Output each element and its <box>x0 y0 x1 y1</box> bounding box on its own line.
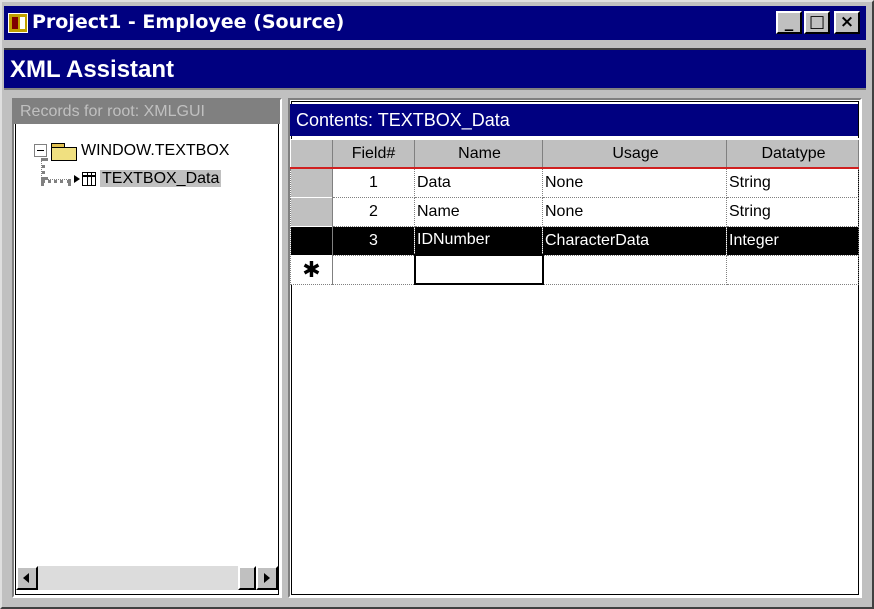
table-row-selected[interactable]: 3 IDNumber CharacterData Integer <box>290 225 859 256</box>
horizontal-scrollbar[interactable] <box>16 566 278 590</box>
records-tree: WINDOW.TEXTBOX TEXTBOX_Data <box>14 128 280 558</box>
tree-connector <box>41 179 71 183</box>
datatype-cell[interactable] <box>726 254 859 285</box>
fields-grid: Field# Name Usage Datatype 1 Data None S… <box>290 138 859 285</box>
column-header-usage[interactable]: Usage <box>542 138 727 169</box>
field-number-cell[interactable]: 2 <box>332 196 415 227</box>
name-cell[interactable]: Data <box>414 167 543 198</box>
title-bar[interactable]: Project1 - Employee (Source) _ □ × <box>4 6 866 40</box>
scroll-thumb[interactable] <box>238 566 256 590</box>
contents-pane-header: Contents: TEXTBOX_Data <box>290 104 858 136</box>
column-header-name[interactable]: Name <box>414 138 543 169</box>
collapse-icon[interactable] <box>34 144 47 158</box>
grid-header-row: Field# Name Usage Datatype <box>290 138 859 169</box>
maximize-button[interactable]: □ <box>804 11 830 34</box>
row-selector[interactable] <box>290 225 333 256</box>
datatype-cell[interactable]: Integer <box>726 225 859 256</box>
tree-node-textbox-data[interactable]: TEXTBOX_Data <box>74 168 222 190</box>
new-record-row[interactable]: ✱ <box>290 254 859 285</box>
app-icon[interactable] <box>8 13 28 33</box>
tree-node-label: TEXTBOX_Data <box>100 170 222 187</box>
name-cell[interactable]: IDNumber <box>414 225 543 256</box>
new-row-asterisk-icon[interactable]: ✱ <box>290 254 333 285</box>
minimize-button[interactable]: _ <box>776 11 802 34</box>
field-number-cell[interactable]: 3 <box>332 225 415 256</box>
field-number-cell[interactable] <box>332 254 415 285</box>
usage-cell[interactable] <box>542 254 727 285</box>
scroll-right-button[interactable] <box>256 566 278 590</box>
open-folder-icon <box>51 142 77 161</box>
field-number-cell[interactable]: 1 <box>332 167 415 198</box>
tree-node-window-textbox[interactable]: WINDOW.TEXTBOX <box>34 140 229 162</box>
assistant-header: XML Assistant <box>4 48 866 90</box>
name-cell[interactable]: Name <box>414 196 543 227</box>
arrow-right-icon <box>74 174 80 183</box>
row-selector[interactable] <box>290 196 333 227</box>
records-pane-header: Records for root: XMLGUI <box>14 100 280 124</box>
column-header-field[interactable]: Field# <box>332 138 415 169</box>
usage-cell[interactable]: CharacterData <box>542 225 727 256</box>
column-header-datatype[interactable]: Datatype <box>726 138 859 169</box>
tree-node-label: WINDOW.TEXTBOX <box>81 142 230 159</box>
name-edit-cell[interactable] <box>413 254 544 285</box>
datatype-cell[interactable]: String <box>726 196 859 227</box>
scroll-left-button[interactable] <box>16 566 38 590</box>
table-row[interactable]: 2 Name None String <box>290 196 859 227</box>
window-title: Project1 - Employee (Source) <box>32 11 345 33</box>
grid-corner[interactable] <box>290 138 333 169</box>
usage-cell[interactable]: None <box>542 196 727 227</box>
table-icon <box>82 171 96 186</box>
table-row[interactable]: 1 Data None String <box>290 167 859 198</box>
assistant-title: XML Assistant <box>10 56 175 83</box>
row-selector[interactable] <box>290 167 333 198</box>
close-button[interactable]: × <box>834 11 860 34</box>
datatype-cell[interactable]: String <box>726 167 859 198</box>
usage-cell[interactable]: None <box>542 167 727 198</box>
